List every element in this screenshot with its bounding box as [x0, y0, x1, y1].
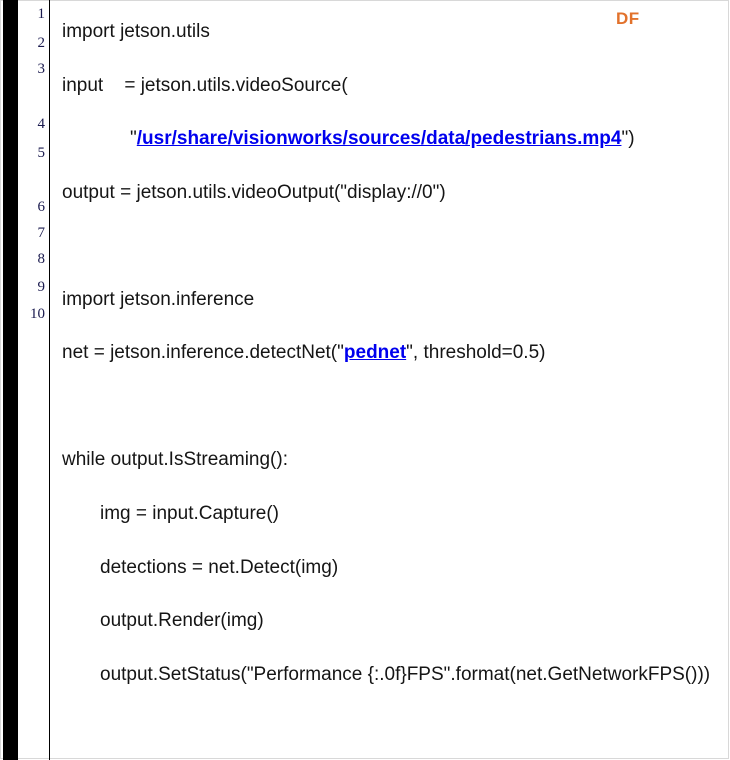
code-line[interactable]: input = jetson.utils.videoSource( — [62, 76, 348, 95]
line-number: 9 — [37, 279, 46, 295]
line-number: 2 — [37, 35, 46, 51]
code-line[interactable]: output.SetStatus("Performance {:.0f}FPS"… — [100, 665, 710, 684]
code-line[interactable]: output.Render(img) — [100, 611, 264, 630]
line-number: 10 — [30, 306, 45, 322]
code-token: detections = net.Detect(img) — [100, 557, 339, 578]
line-number: 8 — [37, 251, 46, 267]
code-listing-page: 1 2 3 4 5 6 7 8 9 10 import jetson.utils input = j… — [0, 0, 730, 760]
gutter-black-bar — [3, 0, 18, 760]
code-token: output.SetStatus("Performance {:.0f}FPS"… — [100, 664, 711, 685]
code-token: ", threshold=0.5) — [406, 342, 546, 363]
code-token: input = jetson.utils.videoSource( — [62, 75, 348, 96]
line-number-gutter: 1 2 3 4 5 6 7 8 9 10 — [18, 0, 48, 760]
code-line[interactable]: import jetson.utils — [62, 22, 210, 41]
code-token: net = jetson.inference.detectNet(" — [62, 342, 344, 363]
code-line[interactable]: net = jetson.inference.detectNet("pednet… — [62, 343, 545, 362]
line-number: 4 — [37, 116, 46, 132]
code-token: ") — [621, 128, 635, 149]
code-token: import jetson.inference — [62, 289, 255, 310]
code-line[interactable]: detections = net.Detect(img) — [100, 558, 338, 577]
code-line[interactable]: while output.IsStreaming(): — [62, 450, 288, 469]
code-token: output.Render(img) — [100, 610, 264, 631]
code-line[interactable]: "/usr/share/visionworks/sources/data/ped… — [130, 129, 635, 148]
line-number: 3 — [37, 61, 46, 77]
code-line[interactable]: output = jetson.utils.videoOutput("displ… — [62, 183, 446, 202]
code-line[interactable]: import jetson.inference — [62, 290, 254, 309]
code-token: img = input.Capture() — [100, 503, 279, 524]
line-number: 6 — [37, 199, 46, 215]
code-link-token[interactable]: /usr/share/visionworks/sources/data/pede… — [137, 128, 622, 149]
code-token: while output.IsStreaming(): — [62, 449, 288, 470]
code-token: import jetson.utils — [62, 21, 210, 42]
code-link-token[interactable]: pednet — [344, 342, 406, 363]
code-token: output = jetson.utils.videoOutput("displ… — [62, 182, 446, 203]
code-line[interactable]: img = input.Capture() — [100, 504, 279, 523]
line-number: 7 — [37, 225, 46, 241]
line-number: 5 — [37, 145, 46, 161]
code-token: " — [130, 128, 137, 149]
watermark-df: DF — [616, 9, 640, 28]
code-text-area[interactable]: import jetson.utils input = jetson.utils.… — [50, 0, 730, 760]
line-number: 1 — [37, 6, 46, 22]
